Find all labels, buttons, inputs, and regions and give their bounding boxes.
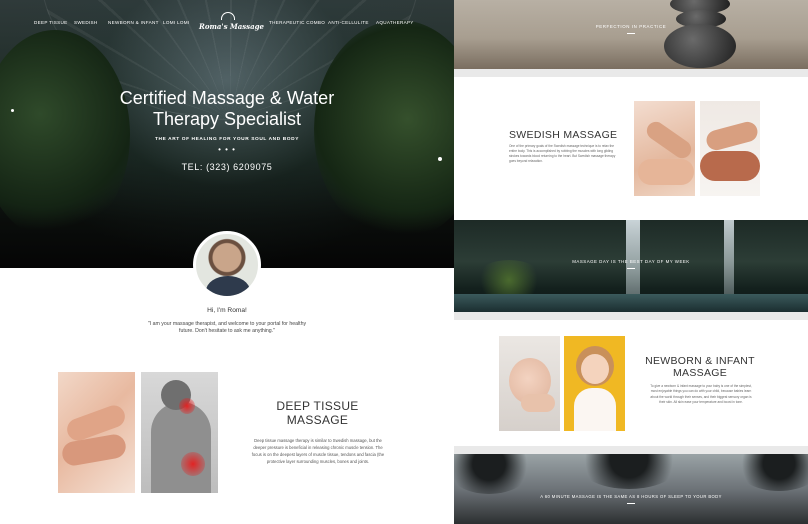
slider-next-indicator[interactable] (438, 157, 442, 161)
hero-phone[interactable]: TEL: (323) 6209075 (0, 162, 454, 172)
nav-aquatherapy[interactable]: AQUATHERAPY (376, 20, 414, 25)
slider-prev-indicator[interactable] (11, 109, 14, 112)
nav-anti-cellulite[interactable]: ANTI-CELLULITE (328, 20, 369, 25)
hand-shape (521, 394, 555, 412)
left-page-column: DEEP TISSUE SWEDISH NEWBORN & INFANT LOM… (0, 0, 454, 524)
swedish-title: SWEDISH MASSAGE (509, 129, 618, 141)
palms-caption: A 60 MINUTE MASSAGE IS THE SAME AS 8 HOU… (540, 494, 722, 499)
deep-tissue-title: DEEP TISSUE MASSAGE (255, 399, 380, 427)
body-shape (151, 402, 211, 493)
swedish-description: One of the primary goals of the Swedish … (509, 144, 616, 163)
nav-swedish[interactable]: SWEDISH (74, 20, 98, 25)
page: DEEP TISSUE SWEDISH NEWBORN & INFANT LOM… (0, 0, 808, 524)
waterfall-banner: MASSAGE DAY IS THE BEST DAY OF MY WEEK (454, 220, 808, 312)
hero-title-line2: Therapy Specialist (152, 109, 302, 129)
deep-tissue-image-hands (58, 372, 135, 493)
newborn-title-line1: NEWBORN & INFANT (645, 355, 755, 367)
newborn-title: NEWBORN & INFANT MASSAGE (645, 355, 755, 379)
back-shape (638, 159, 694, 185)
palm-frond (454, 454, 534, 494)
child-dress (574, 388, 616, 431)
section-divider (454, 69, 808, 77)
hero-section: DEEP TISSUE SWEDISH NEWBORN & INFANT LOM… (0, 0, 454, 268)
avatar (193, 231, 261, 299)
swedish-image-1 (634, 101, 695, 196)
hand-shape (643, 118, 695, 162)
nav-lomi-lomi[interactable]: LOMI LOMI (163, 20, 189, 25)
deep-tissue-title-line2: MASSAGE (286, 413, 349, 427)
back-shape (700, 151, 760, 181)
nav-therapeutic-combo[interactable]: THERAPEUTIC COMBO (269, 20, 325, 25)
nav-deep-tissue[interactable]: DEEP TISSUE (34, 20, 68, 25)
swedish-image-2 (700, 101, 760, 196)
intro-greeting: Hi, I'm Roma! (207, 307, 247, 314)
hero-subtitle: THE ART OF HEALING FOR YOUR SOUL AND BOD… (155, 137, 299, 142)
site-logo[interactable]: Roma's Massage (199, 12, 264, 36)
deep-tissue-title-line1: DEEP TISSUE (276, 399, 359, 413)
pain-spot (181, 452, 205, 476)
hand-shape (704, 119, 760, 153)
stones-banner: PERFECTION IN PRACTICE (454, 0, 808, 69)
pool (454, 294, 808, 312)
newborn-description: To give a newborn & infant massage to yo… (650, 384, 752, 404)
child-face (581, 354, 609, 384)
section-divider (454, 312, 808, 320)
hero-title-line1: Certified Massage & Water (119, 88, 335, 108)
logo-text: Roma's Massage (199, 22, 264, 31)
newborn-image (499, 336, 560, 431)
section-divider (454, 446, 808, 454)
nav-newborn-infant[interactable]: NEWBORN & INFANT (108, 20, 159, 25)
deep-tissue-description: Deep tissue massage therapy is similar t… (251, 438, 385, 464)
hero-divider-dots: • • • (218, 145, 236, 154)
deep-tissue-image-pain-points (141, 372, 218, 493)
newborn-title-line2: MASSAGE (672, 367, 728, 379)
hero-title: Certified Massage & Water Therapy Specia… (0, 88, 454, 130)
lotus-icon (221, 12, 235, 20)
avatar-shirt (206, 276, 250, 296)
caption-divider (627, 33, 635, 34)
infant-image (564, 336, 625, 431)
stones-caption: PERFECTION IN PRACTICE (595, 24, 667, 29)
palms-banner: A 60 MINUTE MASSAGE IS THE SAME AS 8 HOU… (454, 454, 808, 524)
caption-divider (627, 268, 635, 269)
palm-frond (574, 454, 684, 489)
intro-quote: "I am your massage therapist, and welcom… (147, 321, 307, 334)
caption-divider (627, 503, 635, 504)
pain-spot (179, 398, 195, 414)
waterfall-caption: MASSAGE DAY IS THE BEST DAY OF MY WEEK (572, 259, 690, 264)
stone (664, 24, 736, 68)
palm-frond (734, 454, 808, 491)
